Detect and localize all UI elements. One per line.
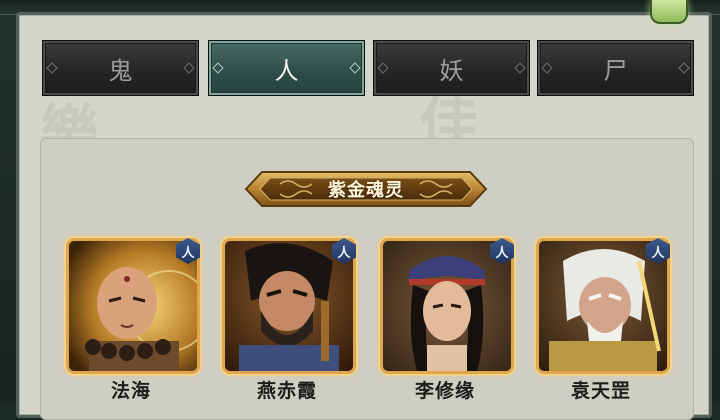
- section-title: 紫金魂灵: [328, 180, 404, 201]
- monk-portrait-icon: [69, 241, 197, 371]
- tab-ornament: [183, 62, 195, 74]
- character-card-row: 人 法海 人 燕赤霞 人 李修缘 人 袁天罡: [60, 238, 680, 404]
- young-scholar-portrait-icon: [383, 241, 511, 371]
- character-card[interactable]: 人 法海: [64, 238, 200, 404]
- character-name: 袁天罡: [570, 380, 631, 402]
- tab-ornament: [678, 62, 690, 74]
- character-name: 燕赤霞: [256, 380, 317, 402]
- tab-ornament: [46, 62, 58, 74]
- tab-label: 人: [274, 56, 299, 85]
- tab-ornament: [349, 62, 361, 74]
- tab-ghost[interactable]: 鬼: [42, 40, 199, 96]
- bearded-swordsman-portrait-icon: [225, 241, 353, 371]
- category-tabs: 鬼 人 妖 尸: [42, 40, 694, 96]
- tab-label: 尸: [603, 56, 628, 85]
- tab-corpse[interactable]: 尸: [537, 40, 694, 96]
- white-haired-elder-portrait-icon: [539, 241, 667, 371]
- character-card[interactable]: 人 李修缘: [378, 238, 514, 404]
- character-name: 李修缘: [414, 380, 475, 402]
- tab-demon[interactable]: 妖: [373, 40, 530, 96]
- tab-ornament: [514, 62, 526, 74]
- section-banner: 紫金魂灵: [240, 166, 492, 212]
- game-window: 樂 佳 撤 搖 鬼 人 妖 尸: [0, 0, 720, 420]
- tab-human[interactable]: 人: [208, 40, 365, 96]
- character-card[interactable]: 人 袁天罡: [534, 238, 670, 404]
- tab-ornament: [541, 62, 553, 74]
- tab-ornament: [377, 62, 389, 74]
- tab-label: 妖: [439, 56, 464, 85]
- character-name: 法海: [110, 380, 151, 402]
- lantern-icon: [650, 0, 688, 24]
- character-card[interactable]: 人 燕赤霞: [220, 238, 356, 404]
- tab-ornament: [212, 62, 224, 74]
- tab-label: 鬼: [108, 56, 133, 85]
